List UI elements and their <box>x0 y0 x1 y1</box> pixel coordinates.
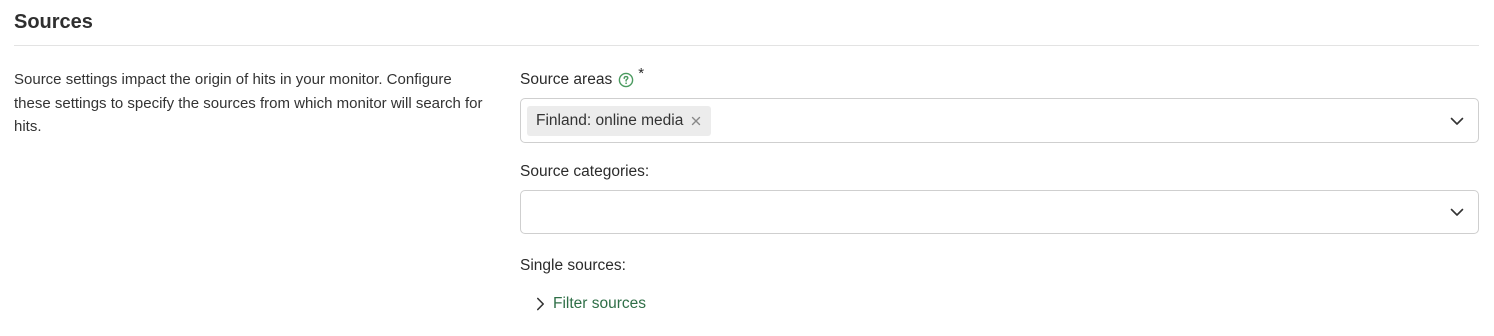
source-areas-field: Source areas * Finland: online media <box>520 65 1479 143</box>
chevron-right-icon <box>537 297 544 311</box>
section-title: Sources <box>14 11 93 33</box>
selected-chip: Finland: online media <box>527 105 712 136</box>
required-mark: * <box>638 65 645 82</box>
chevron-down-icon[interactable] <box>1450 117 1464 126</box>
filter-sources-label: Filter sources <box>553 295 647 312</box>
sources-form: Source areas * Finland: online media Sou… <box>520 65 1479 313</box>
chip-label: Finland: online media <box>536 111 684 129</box>
source-categories-field: Source categories: <box>520 158 1479 234</box>
question-circle-icon[interactable] <box>618 72 634 88</box>
single-sources-label: Single sources: <box>520 257 626 274</box>
source-areas-label: Source areas <box>520 71 613 88</box>
chevron-down-icon[interactable] <box>1450 208 1464 217</box>
close-icon[interactable] <box>691 116 701 126</box>
source-categories-select[interactable] <box>520 190 1479 234</box>
source-categories-label: Source categories: <box>520 163 650 180</box>
section-description: Source settings impact the origin of hit… <box>14 71 483 135</box>
section-divider <box>14 45 1479 46</box>
source-areas-label-row: Source areas * <box>520 65 1479 94</box>
source-areas-select[interactable]: Finland: online media <box>520 98 1479 143</box>
filter-sources-toggle[interactable]: Filter sources <box>536 295 1479 313</box>
single-sources-field: Single sources: Filter sources <box>520 252 1479 313</box>
